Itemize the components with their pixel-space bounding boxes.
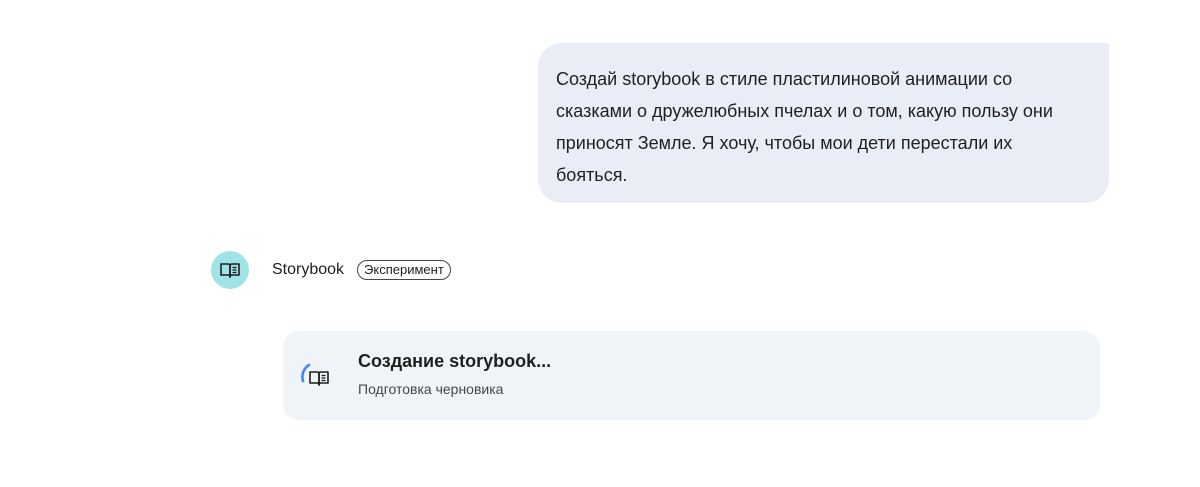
- user-message-line: сказками о дружелюбных пчелах и о том, к…: [556, 101, 1053, 121]
- storybook-avatar: [211, 251, 249, 289]
- user-message-line: приносят Земле. Я хочу, чтобы мои дети п…: [556, 133, 1013, 153]
- experiment-badge: Эксперимент: [357, 260, 451, 280]
- app-name: Storybook: [272, 261, 345, 278]
- user-message-bubble: Создай storybook в стиле пластилиновой а…: [538, 43, 1109, 203]
- user-message-line: бояться.: [556, 165, 628, 185]
- open-book-icon: [220, 263, 240, 278]
- loading-book-icon: [299, 359, 333, 393]
- chat-page: Создай storybook в стиле пластилиновой а…: [0, 0, 1200, 487]
- response-header: Storybook Эксперимент: [211, 251, 451, 289]
- progress-title: Создание storybook...: [358, 351, 552, 371]
- progress-subtitle: Подготовка черновика: [358, 381, 504, 397]
- progress-card: Создание storybook... Подготовка чернови…: [283, 331, 1100, 420]
- user-message-line: Создай storybook в стиле пластилиновой а…: [556, 69, 1013, 89]
- spinner-arc: [301, 363, 311, 383]
